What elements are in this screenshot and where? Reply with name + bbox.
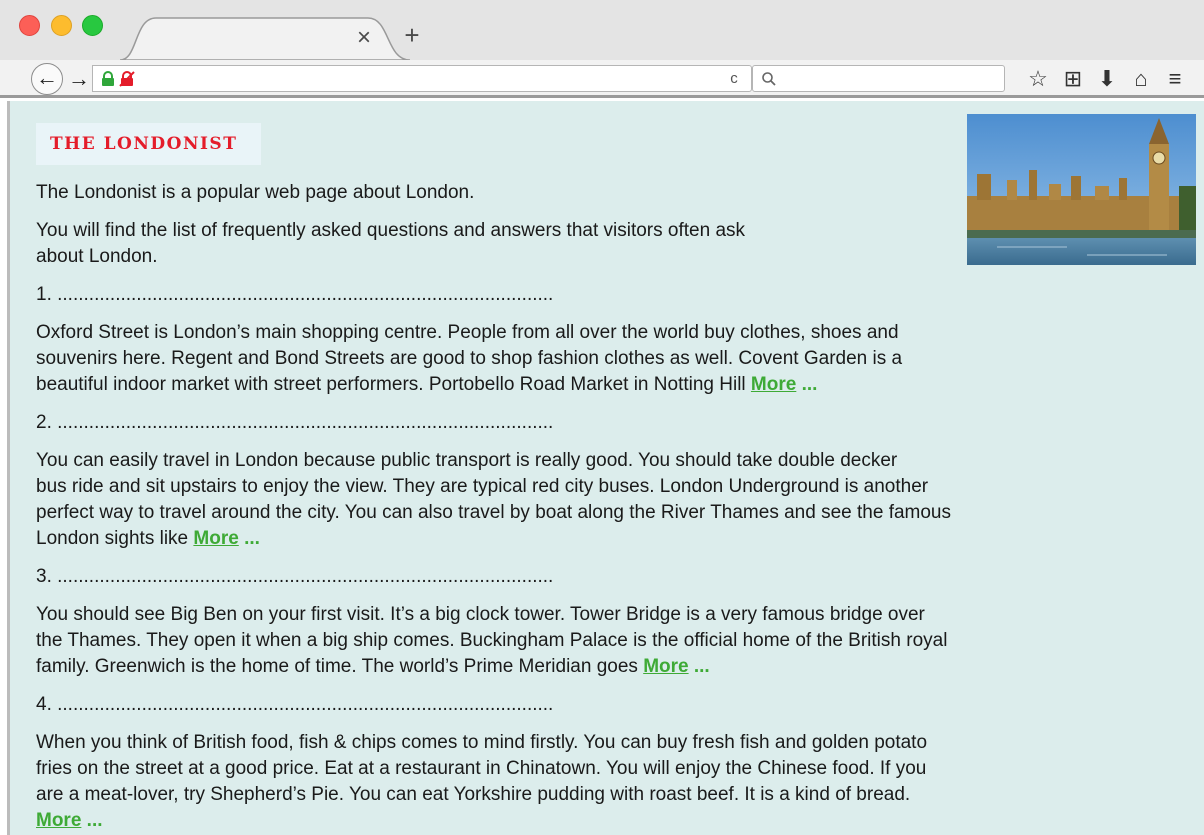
answer-2-line-2: bus ride and sit upstairs to enjoy the v… <box>36 476 929 497</box>
answer-1-line-3: beautiful indoor market with street perf… <box>36 372 1196 398</box>
answer-4-line-1: When you think of British food, fish & c… <box>36 732 928 753</box>
menu-icon[interactable]: ≡ <box>1162 66 1188 92</box>
more-link-3-dots: ... <box>688 656 710 677</box>
answer-4-line-2: fries on the street at a good price. Eat… <box>36 758 927 779</box>
answer-2-line-3: perfect way to travel around the city. Y… <box>36 502 951 523</box>
more-link-1[interactable]: More ... <box>751 374 818 395</box>
answer-3-line-1: You should see Big Ben on your first vis… <box>36 604 925 625</box>
insecure-lock-icon <box>119 71 135 87</box>
search-input[interactable] <box>752 65 1005 92</box>
answer-4-line-4: More ... <box>36 808 1196 834</box>
navigation-toolbar: ← → c ☆ ⊞ ⬇ ⌂ ≡ <box>0 60 1204 98</box>
forward-button[interactable]: → <box>67 66 91 92</box>
answer-3-line-3-text: family. Greenwich is the home of time. T… <box>36 656 644 677</box>
answer-2-line-4: London sights like More ... <box>36 526 1196 552</box>
star-icon[interactable]: ☆ <box>1025 66 1051 92</box>
more-link-1-label: More <box>750 374 797 395</box>
minimize-window-button[interactable] <box>51 15 72 36</box>
more-link-4-label: More <box>36 810 82 831</box>
search-icon <box>762 72 776 86</box>
more-link-3-label: More <box>643 656 689 677</box>
intro-text-2-line-1: You will find the list of frequently ask… <box>36 220 746 241</box>
answer-4-line-3: are a meat-lover, try Shepherd’s Pie. Yo… <box>36 784 911 805</box>
more-link-4-dots: ... <box>81 810 103 831</box>
more-link-2[interactable]: More ... <box>193 528 260 549</box>
more-link-2-dots: ... <box>238 528 260 549</box>
answer-1-line-1: Oxford Street is London’s main shopping … <box>36 322 899 343</box>
new-tab-icon[interactable]: + <box>399 22 425 48</box>
home-icon[interactable]: ⌂ <box>1128 66 1154 92</box>
question-blank-2[interactable]: 2. .....................................… <box>36 410 1196 436</box>
more-link-2-label: More <box>193 528 239 549</box>
tab-close-icon[interactable]: × <box>352 26 376 50</box>
answer-2-line-4-text: London sights like <box>36 528 194 549</box>
more-link-3[interactable]: More ... <box>643 656 710 677</box>
answer-1-line-3-text: beautiful indoor market with street perf… <box>36 374 751 395</box>
secure-lock-icon <box>102 71 114 86</box>
question-blank-1[interactable]: 1. .....................................… <box>36 282 1196 308</box>
answer-2-line-1: You can easily travel in London because … <box>36 450 898 471</box>
answer-3-line-2: the Thames. They open it when a big ship… <box>36 630 948 651</box>
question-blank-3[interactable]: 3. .....................................… <box>36 564 1196 590</box>
site-logo-text: THE LONDONIST <box>50 134 238 154</box>
zoom-window-button[interactable] <box>82 15 103 36</box>
answer-3-line-3: family. Greenwich is the home of time. T… <box>36 654 1196 680</box>
answer-1-line-2: souvenirs here. Regent and Bond Streets … <box>36 348 903 369</box>
intro-text-2-line-2: about London. <box>36 246 158 267</box>
reading-list-icon[interactable]: ⊞ <box>1060 66 1086 92</box>
back-button[interactable]: ← <box>31 63 63 95</box>
more-link-1-dots: ... <box>796 374 818 395</box>
intro-text-1: The Londonist is a popular web page abou… <box>36 182 475 203</box>
page-content: THE LONDONIST The Londonist is a popular… <box>7 101 1204 835</box>
reload-icon[interactable]: c <box>725 69 743 89</box>
close-window-button[interactable] <box>19 15 40 36</box>
question-blank-4[interactable]: 4. .....................................… <box>36 692 1196 718</box>
more-link-4[interactable]: More ... <box>36 810 103 831</box>
site-logo[interactable]: THE LONDONIST <box>36 123 261 165</box>
title-bar: × + <box>0 0 1204 61</box>
address-bar[interactable]: c <box>92 65 752 92</box>
download-icon[interactable]: ⬇ <box>1094 66 1120 92</box>
